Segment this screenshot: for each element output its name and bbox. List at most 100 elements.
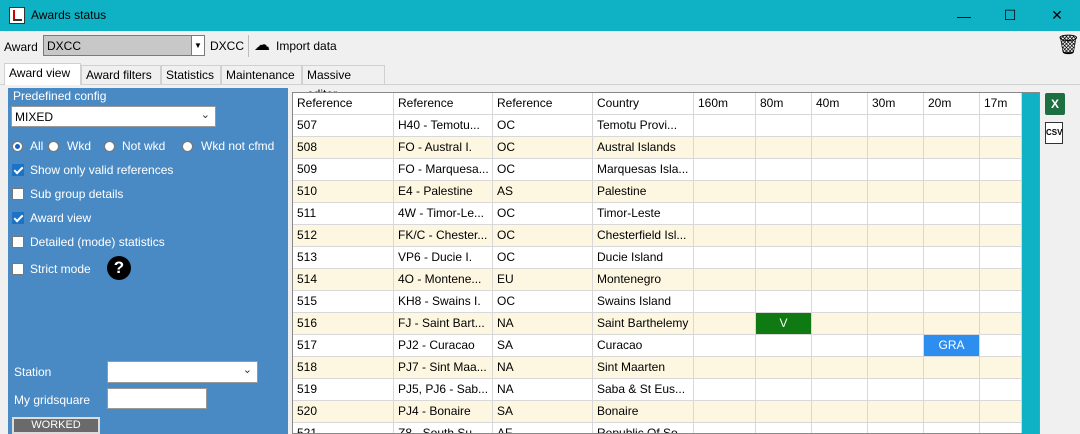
- table-cell[interactable]: Temotu Provi...: [593, 115, 694, 137]
- band-cell[interactable]: [924, 225, 980, 247]
- band-cell[interactable]: [924, 269, 980, 291]
- band-cell[interactable]: [812, 313, 868, 335]
- table-cell[interactable]: NA: [493, 379, 593, 401]
- band-cell[interactable]: [980, 115, 1022, 137]
- band-cell[interactable]: [694, 313, 756, 335]
- band-cell[interactable]: [756, 379, 812, 401]
- band-cell[interactable]: [980, 137, 1022, 159]
- table-cell[interactable]: Montenegro: [593, 269, 694, 291]
- band-cell[interactable]: [980, 159, 1022, 181]
- band-cell[interactable]: [924, 181, 980, 203]
- band-cell[interactable]: [924, 203, 980, 225]
- table-cell[interactable]: 521: [293, 423, 394, 433]
- column-header[interactable]: 80m: [756, 93, 812, 115]
- band-cell[interactable]: [812, 401, 868, 423]
- band-cell[interactable]: [868, 137, 924, 159]
- table-cell[interactable]: 512: [293, 225, 394, 247]
- checkbox-sub-group-details[interactable]: [12, 188, 24, 200]
- table-cell[interactable]: OC: [493, 291, 593, 313]
- table-cell[interactable]: OC: [493, 159, 593, 181]
- table-cell[interactable]: Bonaire: [593, 401, 694, 423]
- band-cell[interactable]: [756, 203, 812, 225]
- band-cell[interactable]: [694, 291, 756, 313]
- radio-all[interactable]: [12, 141, 23, 152]
- band-cell[interactable]: [980, 247, 1022, 269]
- tab-award-view[interactable]: Award view: [4, 63, 81, 85]
- band-cell[interactable]: [924, 379, 980, 401]
- checkbox-strict-mode[interactable]: [12, 263, 24, 275]
- band-cell[interactable]: [924, 115, 980, 137]
- trash-icon[interactable]: 🗑: [1056, 35, 1080, 57]
- table-cell[interactable]: Sint Maarten: [593, 357, 694, 379]
- table-cell[interactable]: 516: [293, 313, 394, 335]
- band-cell[interactable]: [694, 357, 756, 379]
- table-cell[interactable]: Saint Barthelemy: [593, 313, 694, 335]
- table-cell[interactable]: Marquesas Isla...: [593, 159, 694, 181]
- band-cell[interactable]: [868, 379, 924, 401]
- band-cell[interactable]: [756, 423, 812, 433]
- band-cell[interactable]: [980, 269, 1022, 291]
- checkbox-detailed-statistics[interactable]: [12, 236, 24, 248]
- band-cell[interactable]: [812, 115, 868, 137]
- band-cell[interactable]: [924, 159, 980, 181]
- tab-statistics[interactable]: Statistics: [161, 65, 221, 84]
- band-cell[interactable]: GRA: [924, 335, 980, 357]
- radio-not-wkd[interactable]: [104, 141, 115, 152]
- band-cell[interactable]: [868, 423, 924, 433]
- band-cell[interactable]: V: [756, 313, 812, 335]
- maximize-button[interactable]: ☐: [987, 0, 1033, 31]
- band-cell[interactable]: [756, 335, 812, 357]
- band-cell[interactable]: [812, 225, 868, 247]
- table-cell[interactable]: OC: [493, 137, 593, 159]
- band-cell[interactable]: [812, 181, 868, 203]
- table-cell[interactable]: PJ2 - Curacao: [394, 335, 493, 357]
- band-cell[interactable]: [812, 335, 868, 357]
- band-cell[interactable]: [756, 357, 812, 379]
- table-cell[interactable]: NA: [493, 313, 593, 335]
- checkbox-show-valid-references[interactable]: [12, 164, 24, 176]
- table-cell[interactable]: 507: [293, 115, 394, 137]
- band-cell[interactable]: [868, 401, 924, 423]
- table-cell[interactable]: Republic Of So...: [593, 423, 694, 433]
- band-cell[interactable]: [756, 137, 812, 159]
- table-cell[interactable]: OC: [493, 247, 593, 269]
- band-cell[interactable]: [812, 269, 868, 291]
- table-cell[interactable]: PJ4 - Bonaire: [394, 401, 493, 423]
- band-cell[interactable]: [868, 181, 924, 203]
- band-cell[interactable]: [694, 335, 756, 357]
- band-cell[interactable]: [756, 401, 812, 423]
- import-data-button[interactable]: ☁ Import data: [254, 36, 337, 56]
- band-cell[interactable]: [694, 379, 756, 401]
- band-cell[interactable]: [868, 247, 924, 269]
- table-cell[interactable]: OC: [493, 115, 593, 137]
- band-cell[interactable]: [756, 181, 812, 203]
- close-button[interactable]: ✕: [1034, 0, 1080, 31]
- band-cell[interactable]: [812, 291, 868, 313]
- table-cell[interactable]: 4O - Montene...: [394, 269, 493, 291]
- band-cell[interactable]: [694, 115, 756, 137]
- table-cell[interactable]: 515: [293, 291, 394, 313]
- predefined-config-select[interactable]: MIXED ⌄: [11, 106, 216, 127]
- table-cell[interactable]: Chesterfield Isl...: [593, 225, 694, 247]
- table-cell[interactable]: 510: [293, 181, 394, 203]
- band-cell[interactable]: [812, 159, 868, 181]
- band-cell[interactable]: [756, 159, 812, 181]
- band-cell[interactable]: [694, 247, 756, 269]
- band-cell[interactable]: [868, 335, 924, 357]
- column-header[interactable]: 20m: [924, 93, 980, 115]
- worked-button[interactable]: WORKED: [12, 417, 100, 434]
- gridsquare-input[interactable]: [107, 388, 207, 409]
- table-cell[interactable]: 517: [293, 335, 394, 357]
- band-cell[interactable]: [868, 115, 924, 137]
- band-cell[interactable]: [980, 291, 1022, 313]
- table-cell[interactable]: AS: [493, 181, 593, 203]
- band-cell[interactable]: [868, 313, 924, 335]
- award-grid[interactable]: Reference Reference Reference Country 160m 80…: [292, 92, 1040, 434]
- column-header[interactable]: Reference: [493, 93, 593, 115]
- table-cell[interactable]: FJ - Saint Bart...: [394, 313, 493, 335]
- band-cell[interactable]: [812, 379, 868, 401]
- band-cell[interactable]: [694, 137, 756, 159]
- table-cell[interactable]: Palestine: [593, 181, 694, 203]
- table-cell[interactable]: FK/C - Chester...: [394, 225, 493, 247]
- table-cell[interactable]: 4W - Timor-Le...: [394, 203, 493, 225]
